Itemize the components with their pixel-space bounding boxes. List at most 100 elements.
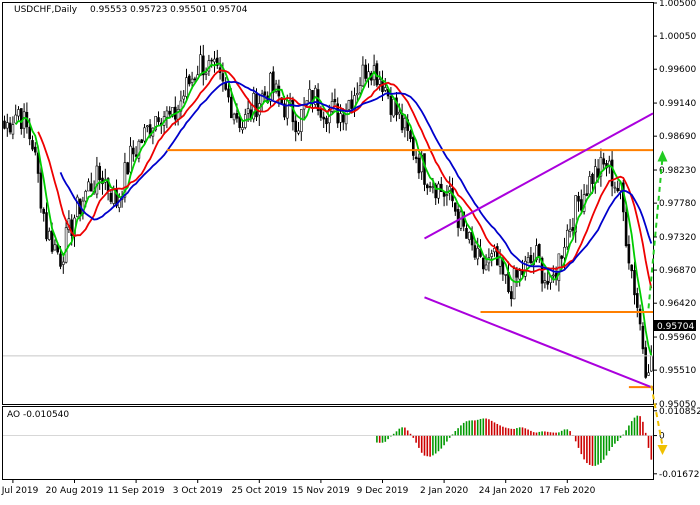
candle-body bbox=[277, 85, 281, 97]
candle-body bbox=[490, 253, 494, 257]
candle-body bbox=[347, 100, 351, 110]
candle-body bbox=[235, 112, 239, 119]
candle-body bbox=[364, 64, 368, 79]
candle-body bbox=[241, 127, 244, 131]
x-tick-label: 11 Sep 2019 bbox=[108, 486, 165, 496]
candle-body bbox=[246, 108, 250, 114]
candle-body bbox=[3, 120, 6, 129]
candle-body bbox=[630, 264, 634, 272]
candle-body bbox=[453, 202, 457, 212]
candle-body bbox=[39, 172, 43, 209]
x-tick-label: 20 Aug 2019 bbox=[46, 486, 104, 496]
current-price-tag: 0.95704 bbox=[654, 320, 696, 332]
y-tick-label: 0.99600 bbox=[659, 65, 696, 75]
candle-body bbox=[8, 122, 12, 133]
candle-body bbox=[409, 130, 412, 140]
y-tick-label: 0.98230 bbox=[659, 166, 696, 176]
candle-body bbox=[633, 270, 636, 296]
candle-body bbox=[431, 186, 435, 189]
y-tick-label: 1.00050 bbox=[659, 32, 696, 42]
candle-body bbox=[593, 166, 597, 184]
candle-body bbox=[188, 75, 191, 85]
candle-body bbox=[400, 112, 404, 131]
candle-body bbox=[224, 82, 227, 90]
x-tick-label: 9 Dec 2019 bbox=[357, 486, 409, 496]
candle-body bbox=[263, 91, 267, 96]
candle-body bbox=[378, 79, 382, 85]
candle-body bbox=[333, 99, 337, 103]
candle-body bbox=[641, 325, 645, 350]
candle-body bbox=[339, 113, 342, 123]
candle-body bbox=[543, 280, 547, 284]
symbol-label: USDCHF,Daily bbox=[14, 5, 78, 15]
candle-body bbox=[411, 136, 415, 156]
candle-body bbox=[585, 193, 589, 196]
candle-body bbox=[232, 113, 236, 121]
x-tick-label: 15 Nov 2019 bbox=[292, 486, 350, 496]
candle-body bbox=[397, 111, 401, 115]
candle-body bbox=[624, 211, 628, 247]
candle-body bbox=[31, 140, 34, 150]
y-axis-ticks: 1.00500 1.00050 0.99600 0.99140 0.98690 0.982… bbox=[653, 0, 700, 480]
y-tick-label: 0.96420 bbox=[659, 299, 696, 309]
candle-body bbox=[381, 80, 384, 93]
candle-body bbox=[109, 193, 113, 202]
candle-body bbox=[308, 88, 312, 103]
candle-body bbox=[649, 355, 653, 372]
candle-body bbox=[64, 227, 68, 263]
candle-body bbox=[417, 157, 421, 174]
x-tick-label: 25 Oct 2019 bbox=[231, 486, 287, 496]
candle-body bbox=[610, 159, 614, 187]
candle-body bbox=[473, 245, 477, 258]
y-tick-label: 0.95960 bbox=[659, 333, 696, 343]
candle-body bbox=[425, 184, 429, 189]
ao-y-tick-label: 0.010852 bbox=[659, 407, 700, 417]
candle-body bbox=[17, 109, 20, 117]
candle-body bbox=[565, 229, 569, 248]
candle-body bbox=[165, 110, 169, 118]
candle-body bbox=[297, 130, 300, 134]
candle-body bbox=[61, 261, 65, 265]
candle-body bbox=[146, 125, 149, 128]
candle-body bbox=[95, 165, 99, 195]
candle-body bbox=[635, 293, 639, 308]
candle-body bbox=[551, 274, 555, 277]
candle-body bbox=[98, 166, 101, 181]
candle-body bbox=[383, 87, 387, 91]
candle-body bbox=[227, 88, 230, 98]
candle-body bbox=[11, 124, 15, 135]
x-tick-label: 2 Jan 2020 bbox=[420, 486, 468, 496]
candle-body bbox=[361, 64, 365, 87]
candle-body bbox=[157, 117, 160, 123]
candle-body bbox=[389, 96, 393, 115]
candle-body bbox=[47, 230, 51, 240]
candle-body bbox=[647, 372, 650, 376]
candle-body bbox=[204, 72, 208, 75]
y-tick-label: 0.99140 bbox=[659, 99, 696, 109]
candle-body bbox=[546, 280, 550, 285]
candle-body bbox=[132, 147, 135, 155]
candle-body bbox=[87, 181, 90, 192]
candle-body bbox=[588, 176, 592, 195]
candle-body bbox=[403, 118, 407, 129]
y-tick-label: 0.97780 bbox=[659, 199, 696, 209]
candle-body bbox=[484, 264, 488, 271]
x-tick-label: 17 Feb 2020 bbox=[539, 486, 595, 496]
candle-body bbox=[355, 93, 359, 96]
candle-body bbox=[644, 347, 648, 378]
x-tick-label: 29 Jul 2019 bbox=[0, 486, 39, 496]
x-tick-label: 3 Oct 2019 bbox=[173, 486, 223, 496]
ao-label: AO -0.010540 bbox=[7, 410, 69, 420]
candle-body bbox=[168, 110, 171, 115]
candle-body bbox=[285, 100, 289, 119]
candle-body bbox=[59, 253, 62, 267]
candle-body bbox=[627, 244, 631, 264]
candle-body bbox=[414, 156, 418, 160]
candle-body bbox=[294, 120, 298, 133]
candle-body bbox=[616, 188, 620, 192]
candle-body bbox=[50, 230, 54, 252]
candle-body bbox=[445, 194, 449, 196]
candle-body bbox=[515, 269, 519, 278]
candle-body bbox=[437, 183, 440, 199]
candle-body bbox=[126, 162, 129, 175]
